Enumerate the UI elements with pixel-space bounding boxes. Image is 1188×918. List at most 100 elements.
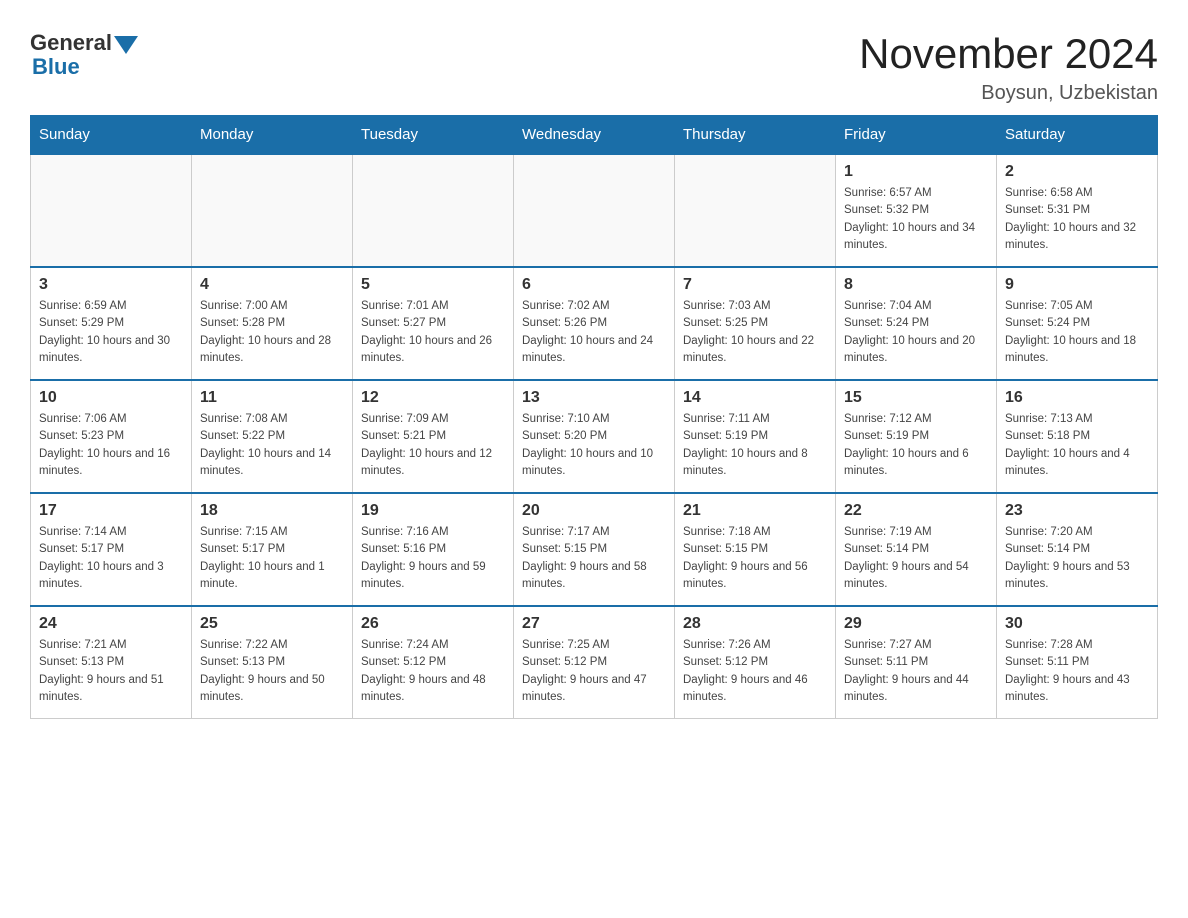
- calendar-cell: 22 Sunrise: 7:19 AMSunset: 5:14 PMDayligh…: [836, 493, 997, 606]
- day-info: Sunrise: 7:03 AMSunset: 5:25 PMDaylight:…: [683, 298, 827, 367]
- day-info: Sunrise: 7:02 AMSunset: 5:26 PMDaylight:…: [522, 298, 666, 367]
- calendar-cell: 1Sunrise: 6:57 AMSunset: 5:32 PMDaylight…: [836, 154, 997, 267]
- day-number: 8: [844, 276, 988, 294]
- calendar-cell: 13 Sunrise: 7:10 AMSunset: 5:20 PMDayligh…: [514, 380, 675, 493]
- day-info: Sunrise: 7:00 AMSunset: 5:28 PMDaylight:…: [200, 298, 344, 367]
- day-info: Sunrise: 7:09 AMSunset: 5:21 PMDaylight:…: [361, 411, 505, 480]
- day-info: Sunrise: 7:27 AMSunset: 5:11 PMDaylight:…: [844, 637, 988, 706]
- calendar-week-row: 24 Sunrise: 7:21 AMSunset: 5:13 PMDayligh…: [31, 606, 1158, 719]
- day-number: 14: [683, 389, 827, 407]
- calendar-cell: 28Sunrise: 7:26 AMSunset: 5:12 PMDayligh…: [675, 606, 836, 719]
- day-info: Sunrise: 7:14 AMSunset: 5:17 PMDaylight:…: [39, 524, 183, 593]
- calendar-cell: 11 Sunrise: 7:08 AMSunset: 5:22 PMDayligh…: [192, 380, 353, 493]
- calendar-cell: 24 Sunrise: 7:21 AMSunset: 5:13 PMDayligh…: [31, 606, 192, 719]
- calendar-cell: 21Sunrise: 7:18 AMSunset: 5:15 PMDayligh…: [675, 493, 836, 606]
- day-number: 22: [844, 502, 988, 520]
- day-info: Sunrise: 6:57 AMSunset: 5:32 PMDaylight:…: [844, 185, 988, 254]
- day-header-saturday: Saturday: [997, 116, 1158, 155]
- day-header-tuesday: Tuesday: [353, 116, 514, 155]
- day-info: Sunrise: 6:59 AMSunset: 5:29 PMDaylight:…: [39, 298, 183, 367]
- calendar-cell: 29Sunrise: 7:27 AMSunset: 5:11 PMDayligh…: [836, 606, 997, 719]
- day-info: Sunrise: 7:24 AMSunset: 5:12 PMDaylight:…: [361, 637, 505, 706]
- title-block: November 2024 Boysun, Uzbekistan: [859, 30, 1158, 105]
- calendar-week-row: 17 Sunrise: 7:14 AMSunset: 5:17 PMDayligh…: [31, 493, 1158, 606]
- calendar-cell: [353, 154, 514, 267]
- calendar-cell: 4 Sunrise: 7:00 AMSunset: 5:28 PMDaylight…: [192, 267, 353, 380]
- calendar-cell: 16 Sunrise: 7:13 AMSunset: 5:18 PMDayligh…: [997, 380, 1158, 493]
- calendar-cell: 18Sunrise: 7:15 AMSunset: 5:17 PMDayligh…: [192, 493, 353, 606]
- day-number: 30: [1005, 615, 1149, 633]
- day-info: Sunrise: 7:20 AMSunset: 5:14 PMDaylight:…: [1005, 524, 1149, 593]
- day-number: 26: [361, 615, 505, 633]
- day-info: Sunrise: 7:19 AMSunset: 5:14 PMDaylight:…: [844, 524, 988, 593]
- day-info: Sunrise: 7:08 AMSunset: 5:22 PMDaylight:…: [200, 411, 344, 480]
- calendar-cell: 30 Sunrise: 7:28 AMSunset: 5:11 PMDayligh…: [997, 606, 1158, 719]
- day-header-monday: Monday: [192, 116, 353, 155]
- calendar-cell: 2 Sunrise: 6:58 AMSunset: 5:31 PMDaylight…: [997, 154, 1158, 267]
- calendar-cell: [514, 154, 675, 267]
- calendar-cell: 5 Sunrise: 7:01 AMSunset: 5:27 PMDaylight…: [353, 267, 514, 380]
- day-info: Sunrise: 7:28 AMSunset: 5:11 PMDaylight:…: [1005, 637, 1149, 706]
- day-number: 19: [361, 502, 505, 520]
- calendar-cell: 17 Sunrise: 7:14 AMSunset: 5:17 PMDayligh…: [31, 493, 192, 606]
- day-info: Sunrise: 7:06 AMSunset: 5:23 PMDaylight:…: [39, 411, 183, 480]
- calendar-cell: 3 Sunrise: 6:59 AMSunset: 5:29 PMDaylight…: [31, 267, 192, 380]
- calendar-week-row: 1Sunrise: 6:57 AMSunset: 5:32 PMDaylight…: [31, 154, 1158, 267]
- day-info: Sunrise: 7:10 AMSunset: 5:20 PMDaylight:…: [522, 411, 666, 480]
- day-info: Sunrise: 7:16 AMSunset: 5:16 PMDaylight:…: [361, 524, 505, 593]
- day-info: Sunrise: 7:18 AMSunset: 5:15 PMDaylight:…: [683, 524, 827, 593]
- day-number: 9: [1005, 276, 1149, 294]
- day-number: 20: [522, 502, 666, 520]
- calendar-cell: [31, 154, 192, 267]
- day-number: 7: [683, 276, 827, 294]
- month-title: November 2024: [859, 30, 1158, 78]
- day-number: 12: [361, 389, 505, 407]
- calendar-cell: 19 Sunrise: 7:16 AMSunset: 5:16 PMDayligh…: [353, 493, 514, 606]
- day-number: 3: [39, 276, 183, 294]
- calendar-cell: 14Sunrise: 7:11 AMSunset: 5:19 PMDayligh…: [675, 380, 836, 493]
- day-number: 16: [1005, 389, 1149, 407]
- day-info: Sunrise: 6:58 AMSunset: 5:31 PMDaylight:…: [1005, 185, 1149, 254]
- day-number: 23: [1005, 502, 1149, 520]
- day-number: 11: [200, 389, 344, 407]
- calendar-cell: 27Sunrise: 7:25 AMSunset: 5:12 PMDayligh…: [514, 606, 675, 719]
- day-header-friday: Friday: [836, 116, 997, 155]
- calendar-cell: [675, 154, 836, 267]
- day-info: Sunrise: 7:21 AMSunset: 5:13 PMDaylight:…: [39, 637, 183, 706]
- location-title: Boysun, Uzbekistan: [859, 82, 1158, 105]
- day-info: Sunrise: 7:17 AMSunset: 5:15 PMDaylight:…: [522, 524, 666, 593]
- day-header-row: SundayMondayTuesdayWednesdayThursdayFrid…: [31, 116, 1158, 155]
- day-number: 28: [683, 615, 827, 633]
- day-info: Sunrise: 7:05 AMSunset: 5:24 PMDaylight:…: [1005, 298, 1149, 367]
- day-number: 4: [200, 276, 344, 294]
- day-info: Sunrise: 7:04 AMSunset: 5:24 PMDaylight:…: [844, 298, 988, 367]
- calendar-week-row: 10Sunrise: 7:06 AMSunset: 5:23 PMDayligh…: [31, 380, 1158, 493]
- calendar-cell: 23 Sunrise: 7:20 AMSunset: 5:14 PMDayligh…: [997, 493, 1158, 606]
- day-number: 2: [1005, 163, 1149, 181]
- calendar-cell: 25 Sunrise: 7:22 AMSunset: 5:13 PMDayligh…: [192, 606, 353, 719]
- day-header-thursday: Thursday: [675, 116, 836, 155]
- calendar-week-row: 3 Sunrise: 6:59 AMSunset: 5:29 PMDaylight…: [31, 267, 1158, 380]
- day-number: 5: [361, 276, 505, 294]
- page-header: General Blue November 2024 Boysun, Uzbek…: [30, 30, 1158, 105]
- day-info: Sunrise: 7:01 AMSunset: 5:27 PMDaylight:…: [361, 298, 505, 367]
- logo-general-text: General: [30, 30, 112, 56]
- logo-blue-text: Blue: [32, 54, 80, 80]
- calendar-cell: 8 Sunrise: 7:04 AMSunset: 5:24 PMDaylight…: [836, 267, 997, 380]
- calendar-cell: 26 Sunrise: 7:24 AMSunset: 5:12 PMDayligh…: [353, 606, 514, 719]
- calendar-cell: 7 Sunrise: 7:03 AMSunset: 5:25 PMDaylight…: [675, 267, 836, 380]
- day-number: 13: [522, 389, 666, 407]
- day-header-wednesday: Wednesday: [514, 116, 675, 155]
- calendar-cell: 12 Sunrise: 7:09 AMSunset: 5:21 PMDayligh…: [353, 380, 514, 493]
- logo: General Blue: [30, 30, 138, 80]
- day-number: 24: [39, 615, 183, 633]
- day-header-sunday: Sunday: [31, 116, 192, 155]
- calendar-cell: 9 Sunrise: 7:05 AMSunset: 5:24 PMDaylight…: [997, 267, 1158, 380]
- day-info: Sunrise: 7:22 AMSunset: 5:13 PMDaylight:…: [200, 637, 344, 706]
- calendar-cell: 10Sunrise: 7:06 AMSunset: 5:23 PMDayligh…: [31, 380, 192, 493]
- day-info: Sunrise: 7:13 AMSunset: 5:18 PMDaylight:…: [1005, 411, 1149, 480]
- day-info: Sunrise: 7:12 AMSunset: 5:19 PMDaylight:…: [844, 411, 988, 480]
- calendar-cell: [192, 154, 353, 267]
- day-number: 17: [39, 502, 183, 520]
- day-number: 25: [200, 615, 344, 633]
